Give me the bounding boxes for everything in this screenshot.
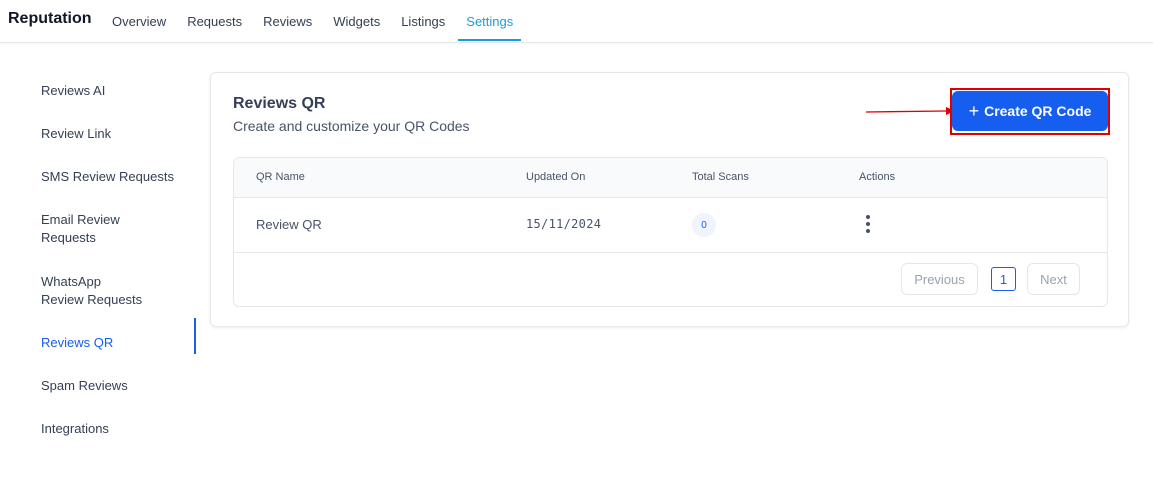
annotation-arrow-icon (866, 107, 955, 115)
sidebar-item-review-link[interactable]: Review Link (0, 125, 196, 143)
table-row: Review QR 15/11/2024 0 (234, 198, 1107, 253)
sidebar-item-label: Reviews QR (41, 335, 114, 350)
sidebar-item-sms-review-requests[interactable]: SMS Review Requests (0, 168, 196, 186)
total-scans-badge: 0 (692, 213, 716, 237)
row-actions-menu-icon[interactable] (862, 214, 874, 236)
column-header-total-scans: Total Scans (692, 171, 749, 183)
sidebar-item-reviews-ai[interactable]: Reviews AI (0, 82, 196, 100)
top-navbar: Reputation Overview Requests Reviews Wid… (0, 0, 1153, 43)
sidebar-item-email-review-requests[interactable]: Email Review Requests (0, 211, 140, 247)
create-qr-code-button[interactable]: + Create QR Code (952, 91, 1108, 131)
sidebar-item-reviews-qr[interactable]: Reviews QR (0, 318, 196, 354)
next-page-button[interactable]: Next (1027, 263, 1080, 295)
qr-table: QR Name Updated On Total Scans Actions R… (233, 157, 1108, 307)
column-header-updated-on: Updated On (526, 171, 586, 183)
column-header-qr-name: QR Name (256, 171, 305, 183)
reviews-qr-card: Reviews QR Create and customize your QR … (210, 72, 1129, 327)
qr-name-cell: Review QR (256, 217, 322, 232)
active-indicator (194, 318, 196, 354)
page-title: Reviews QR (233, 95, 326, 112)
sidebar-item-whatsapp-review-requests[interactable]: WhatsApp Review Requests (0, 273, 160, 309)
updated-on-cell: 15/11/2024 (526, 217, 602, 231)
page-subtitle: Create and customize your QR Codes (233, 118, 470, 134)
sidebar-item-integrations[interactable]: Integrations (0, 420, 196, 438)
tab-listings[interactable]: Listings (393, 0, 453, 43)
app-title: Reputation (8, 10, 92, 27)
tab-settings[interactable]: Settings (458, 0, 522, 43)
previous-page-button[interactable]: Previous (901, 263, 978, 295)
pagination: Previous 1 Next (234, 253, 1107, 306)
nav-tabs: Overview Requests Reviews Widgets Listin… (104, 0, 526, 43)
page-1-button[interactable]: 1 (991, 267, 1016, 291)
tab-reviews[interactable]: Reviews (255, 0, 320, 43)
column-header-actions: Actions (859, 171, 896, 183)
plus-icon: + (968, 101, 980, 121)
table-header: QR Name Updated On Total Scans Actions (234, 158, 1107, 198)
tab-requests[interactable]: Requests (179, 0, 250, 43)
tab-overview[interactable]: Overview (104, 0, 174, 43)
sidebar-item-spam-reviews[interactable]: Spam Reviews (0, 377, 196, 395)
tab-widgets[interactable]: Widgets (325, 0, 388, 43)
create-qr-code-label: Create QR Code (984, 103, 1092, 119)
